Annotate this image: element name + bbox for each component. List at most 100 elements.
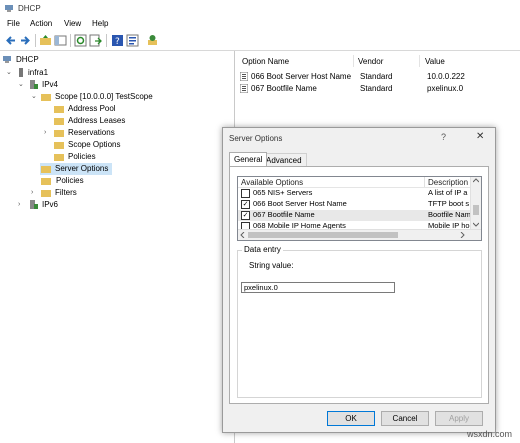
tree-node-ipv6[interactable]: › IPv6 bbox=[18, 199, 98, 211]
title-bar: DHCP bbox=[0, 0, 520, 17]
ipv4-icon bbox=[30, 80, 38, 89]
ok-button[interactable]: OK bbox=[327, 411, 375, 426]
menu-file[interactable]: File bbox=[7, 19, 20, 28]
option-row-065[interactable]: 065 NIS+ Servers A list of IP a bbox=[238, 188, 470, 199]
option-row-066[interactable]: ✓ 066 Boot Server Host Name TFTP boot s bbox=[238, 199, 470, 210]
data-entry-legend: Data entry bbox=[242, 245, 283, 254]
column-header-option-name[interactable]: Option Name bbox=[242, 57, 289, 66]
properties-icon[interactable] bbox=[126, 34, 139, 47]
tree-label: Scope Options bbox=[68, 140, 121, 149]
menu-view[interactable]: View bbox=[64, 19, 81, 28]
option-description: TFTP boot s bbox=[428, 199, 470, 208]
collapse-arrow-icon[interactable]: ⌄ bbox=[18, 81, 25, 88]
watermark: wsxdn.com bbox=[466, 429, 512, 439]
tree-label: IPv6 bbox=[42, 200, 59, 209]
refresh-icon[interactable] bbox=[74, 34, 87, 47]
option-checkbox[interactable] bbox=[241, 189, 250, 198]
column-header-available-options[interactable]: Available Options bbox=[241, 178, 303, 187]
tree-node-scope-policies[interactable]: Policies bbox=[54, 151, 154, 163]
menu-bar: File Action View Help bbox=[0, 17, 520, 31]
column-header-description[interactable]: Description bbox=[428, 178, 468, 187]
scroll-up-arrow-icon[interactable] bbox=[473, 178, 479, 183]
expand-arrow-icon[interactable]: › bbox=[18, 201, 25, 208]
tree-node-scope-options[interactable]: Scope Options bbox=[54, 139, 154, 151]
console-tree: DHCP ⌄ infra1 ⌄ IPv4 ⌄ Scope [10.0.0.0] … bbox=[0, 51, 235, 443]
options-header: Available Options Description bbox=[238, 177, 470, 188]
tree-label: Policies bbox=[68, 152, 96, 161]
dialog-help-button[interactable]: ? bbox=[441, 132, 446, 142]
forward-arrow-icon[interactable] bbox=[19, 34, 32, 47]
column-header-value[interactable]: Value bbox=[425, 57, 445, 66]
scroll-left-arrow-icon[interactable] bbox=[240, 232, 245, 238]
list-row[interactable]: 066 Boot Server Host Name Standard 10.0.… bbox=[240, 71, 516, 83]
cancel-button[interactable]: Cancel bbox=[381, 411, 429, 426]
apply-button[interactable]: Apply bbox=[435, 411, 483, 426]
collapse-arrow-icon[interactable]: ⌄ bbox=[31, 93, 38, 100]
option-value: 10.0.0.222 bbox=[427, 72, 465, 81]
menu-help[interactable]: Help bbox=[92, 19, 108, 28]
vertical-scrollbar[interactable] bbox=[470, 177, 481, 229]
tree-node-server-options[interactable]: Server Options bbox=[40, 163, 112, 175]
option-checkbox-checked[interactable]: ✓ bbox=[241, 200, 250, 209]
tree-label: Address Pool bbox=[68, 104, 116, 113]
window-title: DHCP bbox=[18, 4, 41, 13]
tree-label: Address Leases bbox=[68, 116, 126, 125]
collapse-arrow-icon[interactable]: ⌄ bbox=[6, 69, 13, 76]
tab-advanced[interactable]: Advanced bbox=[261, 153, 307, 166]
dialog-close-icon[interactable]: ✕ bbox=[476, 131, 484, 142]
server-options-icon[interactable] bbox=[146, 34, 159, 47]
export-list-icon[interactable] bbox=[89, 34, 102, 47]
tree-node-server[interactable]: ⌄ infra1 bbox=[6, 67, 106, 79]
tree-label: Server Options bbox=[55, 164, 109, 173]
expand-arrow-icon[interactable]: › bbox=[31, 189, 38, 196]
folder-icon bbox=[41, 94, 51, 101]
dhcp-icon bbox=[3, 56, 11, 63]
show-hide-tree-icon[interactable] bbox=[54, 34, 67, 47]
tree-label: Filters bbox=[55, 188, 77, 197]
option-checkbox-checked[interactable]: ✓ bbox=[241, 211, 250, 220]
up-folder-icon[interactable] bbox=[39, 34, 52, 47]
option-icon bbox=[240, 84, 248, 93]
tree-node-address-leases[interactable]: Address Leases bbox=[54, 115, 154, 127]
tree-node-scope[interactable]: ⌄ Scope [10.0.0.0] TestScope bbox=[31, 91, 181, 103]
back-arrow-icon[interactable] bbox=[4, 34, 17, 47]
option-row-067-selected[interactable]: ✓ 067 Bootfile Name Bootfile Nam bbox=[238, 210, 470, 221]
option-name: 065 NIS+ Servers bbox=[253, 188, 313, 197]
option-name: 067 Bootfile Name bbox=[253, 210, 315, 219]
tree-node-dhcp[interactable]: DHCP bbox=[2, 54, 102, 66]
scroll-down-arrow-icon[interactable] bbox=[473, 222, 479, 227]
option-name: 066 Boot Server Host Name bbox=[253, 199, 347, 208]
option-vendor: Standard bbox=[360, 72, 393, 81]
tree-node-address-pool[interactable]: Address Pool bbox=[54, 103, 154, 115]
string-value-input[interactable] bbox=[241, 282, 395, 293]
available-options-list: Available Options Description 065 NIS+ S… bbox=[237, 176, 482, 241]
svg-text:?: ? bbox=[115, 37, 120, 47]
tree-label: DHCP bbox=[16, 55, 39, 64]
toolbar: ? bbox=[0, 31, 520, 51]
scroll-thumb[interactable] bbox=[248, 232, 398, 238]
option-name: 066 Boot Server Host Name bbox=[251, 72, 352, 81]
server-options-dialog: Server Options ? ✕ Advanced General Avai… bbox=[222, 127, 496, 433]
help-icon[interactable]: ? bbox=[111, 34, 124, 47]
option-description: Bootfile Nam bbox=[428, 210, 470, 219]
scroll-right-arrow-icon[interactable] bbox=[460, 232, 465, 238]
tree-node-filters[interactable]: › Filters bbox=[31, 187, 111, 199]
tree-label: IPv4 bbox=[42, 80, 59, 89]
tree-node-reservations[interactable]: › Reservations bbox=[44, 127, 154, 139]
expand-arrow-icon[interactable]: › bbox=[44, 129, 51, 136]
tab-general[interactable]: General bbox=[229, 152, 268, 167]
server-icon bbox=[19, 68, 23, 77]
folder-icon bbox=[54, 154, 64, 161]
tree-node-ipv4[interactable]: ⌄ IPv4 bbox=[18, 79, 118, 91]
tree-node-policies[interactable]: Policies bbox=[41, 175, 121, 187]
tree-label: Policies bbox=[56, 176, 84, 185]
option-value: pxelinux.0 bbox=[427, 84, 464, 93]
folder-icon bbox=[54, 142, 64, 149]
option-name: 067 Bootfile Name bbox=[251, 84, 317, 93]
tree-label: Reservations bbox=[68, 128, 115, 137]
horizontal-scrollbar[interactable] bbox=[238, 229, 481, 240]
column-header-vendor[interactable]: Vendor bbox=[358, 57, 383, 66]
menu-action[interactable]: Action bbox=[30, 19, 52, 28]
list-row[interactable]: 067 Bootfile Name Standard pxelinux.0 bbox=[240, 83, 516, 95]
scroll-thumb[interactable] bbox=[473, 205, 479, 215]
